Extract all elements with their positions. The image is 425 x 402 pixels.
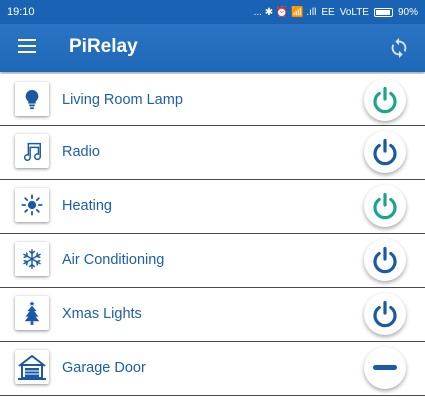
device-row[interactable]: Air Conditioning [0, 234, 425, 288]
music-note-icon [15, 134, 49, 168]
device-list: Living Room Lamp Radio Heating Air Conditio… [0, 72, 425, 396]
device-row[interactable]: Garage Door [0, 342, 425, 396]
power-toggle-off[interactable] [364, 293, 406, 335]
device-label: Living Room Lamp [62, 92, 183, 108]
status-bar: 19:10 ... ✱ ⏰ 📶 .ıll EE VoLTE 90% [0, 0, 425, 24]
app-title: PiRelay [69, 36, 138, 57]
network-label: VoLTE [339, 6, 369, 18]
status-icons: ... ✱ ⏰ 📶 .ıll [253, 6, 317, 18]
refresh-icon[interactable] [388, 37, 410, 59]
device-label: Xmas Lights [62, 306, 142, 322]
carrier-label: EE [321, 6, 335, 18]
status-time: 19:10 [7, 6, 35, 18]
device-label: Heating [62, 198, 112, 214]
device-row[interactable]: Xmas Lights [0, 288, 425, 342]
menu-icon[interactable] [18, 39, 36, 53]
status-indicators: ... ✱ ⏰ 📶 .ıll EE VoLTE 90% [254, 7, 418, 18]
device-label: Garage Door [62, 360, 146, 376]
app-bar: PiRelay [0, 24, 425, 72]
sun-icon [15, 188, 49, 222]
battery-icon [373, 7, 393, 17]
device-row[interactable]: Radio [0, 126, 425, 180]
battery-percent: 90% [397, 6, 418, 18]
device-row[interactable]: Heating [0, 180, 425, 234]
device-label: Air Conditioning [62, 252, 165, 268]
christmas-tree-icon [15, 296, 49, 330]
garage-icon [15, 350, 49, 384]
device-row[interactable]: Living Room Lamp [0, 74, 425, 126]
power-toggle-off[interactable] [364, 239, 406, 281]
device-label: Radio [62, 144, 100, 160]
power-toggle-on[interactable] [364, 79, 406, 121]
lightbulb-icon [15, 82, 49, 116]
snowflake-icon [15, 242, 49, 276]
momentary-button[interactable] [364, 347, 406, 389]
power-toggle-on[interactable] [364, 185, 406, 227]
power-toggle-off[interactable] [364, 131, 406, 173]
